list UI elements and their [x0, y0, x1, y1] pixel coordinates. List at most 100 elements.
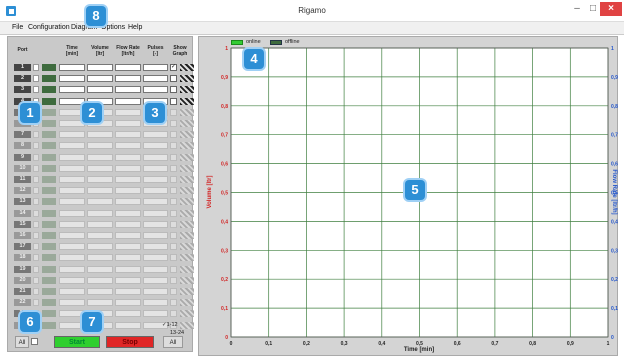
port-number: 19 — [14, 265, 31, 273]
flow-rate-field — [115, 120, 141, 127]
y-right-tick-label: 0,9 — [611, 75, 618, 81]
graph-pattern-icon — [180, 176, 194, 183]
annotation-badge-8: 8 — [86, 6, 106, 26]
show-graph-checkbox — [170, 243, 177, 251]
flow-rate-field — [115, 164, 141, 172]
port-status-led-icon — [42, 108, 56, 116]
port-status-led-icon — [42, 120, 56, 127]
show-graph-checkbox[interactable] — [170, 75, 177, 83]
flow-rate-field — [115, 276, 141, 284]
port-row: 4 — [14, 97, 194, 106]
pulses-field — [143, 176, 168, 183]
show-graph-checkbox[interactable]: ✓ — [170, 64, 177, 71]
port-row: 7 — [14, 130, 194, 139]
port-status-led-icon — [42, 209, 56, 217]
port-status-led-icon — [42, 276, 56, 284]
menu-configuration[interactable]: Configuration — [28, 24, 70, 31]
port-enable-checkbox — [33, 232, 39, 239]
port-row: 10 — [14, 164, 194, 173]
port-enable-checkbox[interactable] — [33, 64, 39, 71]
menu-options[interactable]: Options — [101, 24, 125, 31]
volume-field[interactable] — [87, 75, 113, 83]
pulses-field — [143, 131, 168, 139]
flow-rate-field — [115, 310, 141, 318]
time-field[interactable] — [59, 97, 85, 105]
flow-rate-field[interactable] — [115, 97, 141, 105]
time-field — [59, 243, 85, 251]
graph-pattern-icon[interactable] — [180, 75, 194, 83]
volume-field — [87, 265, 113, 273]
graph-pattern-icon[interactable] — [180, 64, 194, 71]
graph-pattern-icon[interactable] — [180, 97, 194, 105]
volume-field — [87, 243, 113, 251]
pulses-field — [143, 276, 168, 284]
menu-help[interactable]: Help — [128, 24, 142, 31]
port-enable-checkbox[interactable] — [33, 75, 39, 83]
port-enable-checkbox — [33, 187, 39, 195]
time-field[interactable] — [59, 64, 85, 71]
volume-field[interactable] — [87, 86, 113, 94]
flow-rate-field[interactable] — [115, 64, 141, 71]
graph-pattern-icon[interactable] — [180, 86, 194, 94]
port-row: 14 — [14, 209, 194, 218]
port-enable-checkbox — [33, 198, 39, 206]
flow-rate-field — [115, 265, 141, 273]
show-graph-checkbox — [170, 153, 177, 161]
graph-pattern-icon — [180, 232, 194, 239]
y-right-tick-label: 0,3 — [611, 248, 618, 254]
pulses-field — [143, 198, 168, 206]
time-field — [59, 120, 85, 127]
time-field[interactable] — [59, 86, 85, 94]
port-row: 2 — [14, 74, 194, 83]
time-field — [59, 187, 85, 195]
menu-file[interactable]: File — [12, 24, 23, 31]
pulses-field — [143, 310, 168, 318]
port-status-led-icon — [42, 75, 56, 83]
start-button[interactable]: Start — [54, 336, 100, 348]
port-enable-checkbox — [33, 164, 39, 172]
pulses-field — [143, 187, 168, 195]
time-field[interactable] — [59, 75, 85, 83]
header-flow-rate: Flow Rate [ltr/h] — [116, 45, 140, 57]
port-enable-checkbox — [33, 209, 39, 217]
port-row: 17 — [14, 242, 194, 251]
y-right-tick-label: 0 — [611, 335, 614, 341]
port-row: 13 — [14, 197, 194, 206]
port-enable-checkbox — [33, 220, 39, 228]
port-number: 14 — [14, 209, 31, 217]
select-all-left-button[interactable]: All — [15, 336, 29, 348]
flow-rate-field[interactable] — [115, 86, 141, 94]
volume-field — [87, 254, 113, 262]
flow-rate-field[interactable] — [115, 75, 141, 83]
select-all-left-checkbox[interactable] — [31, 338, 38, 345]
graph-pattern-icon — [180, 131, 194, 139]
range-1-12-option[interactable]: ✓1-12 — [162, 322, 178, 328]
close-button[interactable]: × — [600, 2, 622, 16]
show-graph-checkbox[interactable] — [170, 97, 177, 105]
port-row: 11 — [14, 175, 194, 184]
time-field — [59, 142, 85, 150]
flow-rate-field — [115, 209, 141, 217]
pulses-field[interactable] — [143, 75, 168, 83]
port-status-led-icon — [42, 265, 56, 273]
stop-button[interactable]: Stop — [106, 336, 154, 348]
show-graph-checkbox[interactable] — [170, 86, 177, 94]
port-status-led-icon — [42, 198, 56, 206]
time-field — [59, 265, 85, 273]
volume-field — [87, 232, 113, 239]
port-status-led-icon — [42, 288, 56, 295]
y-right-tick-label: 0,2 — [611, 277, 618, 283]
port-enable-checkbox[interactable] — [33, 86, 39, 94]
y-left-tick-label: 0,3 — [221, 248, 228, 254]
pulses-field[interactable] — [143, 64, 168, 71]
volume-field[interactable] — [87, 64, 113, 71]
pulses-field — [143, 164, 168, 172]
volume-field — [87, 220, 113, 228]
annotation-badge-2: 2 — [82, 103, 102, 123]
select-all-right-button[interactable]: All — [163, 336, 183, 348]
pulses-field[interactable] — [143, 86, 168, 94]
graph-pattern-icon — [180, 220, 194, 228]
port-enable-checkbox — [33, 176, 39, 183]
port-status-led-icon — [42, 97, 56, 105]
graph-pattern-icon — [180, 187, 194, 195]
